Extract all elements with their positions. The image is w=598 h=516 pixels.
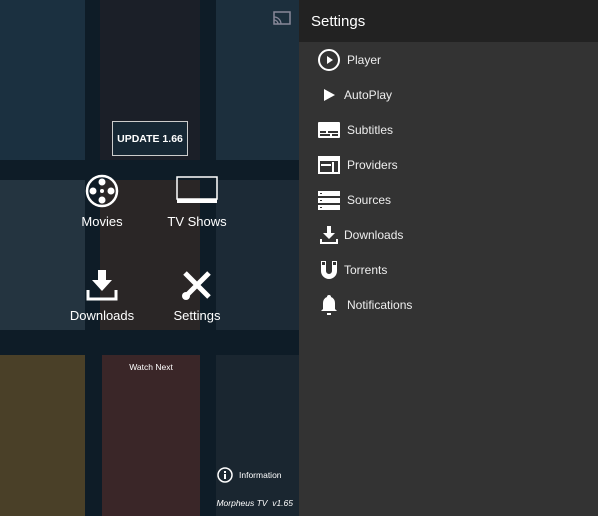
play-icon [324, 88, 335, 101]
tile-label: TV Shows [167, 214, 227, 229]
download-icon [320, 225, 338, 244]
poster[interactable] [216, 355, 299, 516]
bell-icon [321, 294, 337, 315]
watch-next-label: Watch Next [129, 362, 173, 372]
item-label: Subtitles [347, 122, 394, 137]
download-icon [86, 270, 118, 301]
cast-icon[interactable] [273, 11, 291, 25]
settings-item-downloads[interactable]: Downloads [299, 217, 598, 252]
settings-item-autoplay[interactable]: AutoPlay [299, 77, 598, 112]
information-button[interactable]: Information [217, 467, 282, 483]
settings-panel: Settings Player AutoPlay Subtitles Provi… [299, 0, 598, 516]
subtitles-icon [318, 121, 340, 138]
sources-icon [318, 190, 340, 210]
settings-item-player[interactable]: Player [299, 42, 598, 77]
item-label: AutoPlay [344, 87, 393, 102]
settings-item-torrents[interactable]: Torrents [299, 252, 598, 287]
item-label: Providers [347, 157, 398, 172]
tile-tv-shows[interactable]: TV Shows [152, 174, 242, 229]
providers-icon [318, 155, 340, 174]
tile-downloads[interactable]: Downloads [57, 268, 147, 323]
settings-item-providers[interactable]: Providers [299, 147, 598, 182]
home-screen: UPDATE 1.66 Movies TV Shows Downloads Se… [0, 0, 299, 516]
version-label: Morpheus TV v1.65 [216, 498, 293, 508]
poster[interactable] [0, 0, 85, 160]
item-label: Player [347, 52, 382, 67]
info-icon [217, 467, 233, 483]
poster[interactable] [102, 355, 200, 516]
tv-icon [176, 176, 218, 203]
settings-title: Settings [299, 0, 598, 42]
item-label: Notifications [347, 297, 413, 312]
magnet-icon [321, 260, 337, 279]
item-label: Downloads [344, 227, 404, 242]
item-label: Torrents [344, 262, 388, 277]
poster[interactable] [0, 355, 85, 516]
tile-label: Movies [81, 214, 123, 229]
information-label: Information [239, 470, 282, 480]
play-circle-icon [318, 48, 340, 71]
tools-icon [182, 271, 211, 300]
settings-item-sources[interactable]: Sources [299, 182, 598, 217]
settings-item-subtitles[interactable]: Subtitles [299, 112, 598, 147]
tile-settings[interactable]: Settings [152, 268, 242, 323]
tile-label: Settings [173, 308, 221, 323]
film-reel-icon [85, 174, 119, 208]
tile-label: Downloads [69, 308, 135, 323]
tile-movies[interactable]: Movies [57, 174, 147, 229]
item-label: Sources [347, 192, 392, 207]
settings-item-notifications[interactable]: Notifications [299, 287, 598, 322]
update-button[interactable]: UPDATE 1.66 [112, 121, 188, 156]
